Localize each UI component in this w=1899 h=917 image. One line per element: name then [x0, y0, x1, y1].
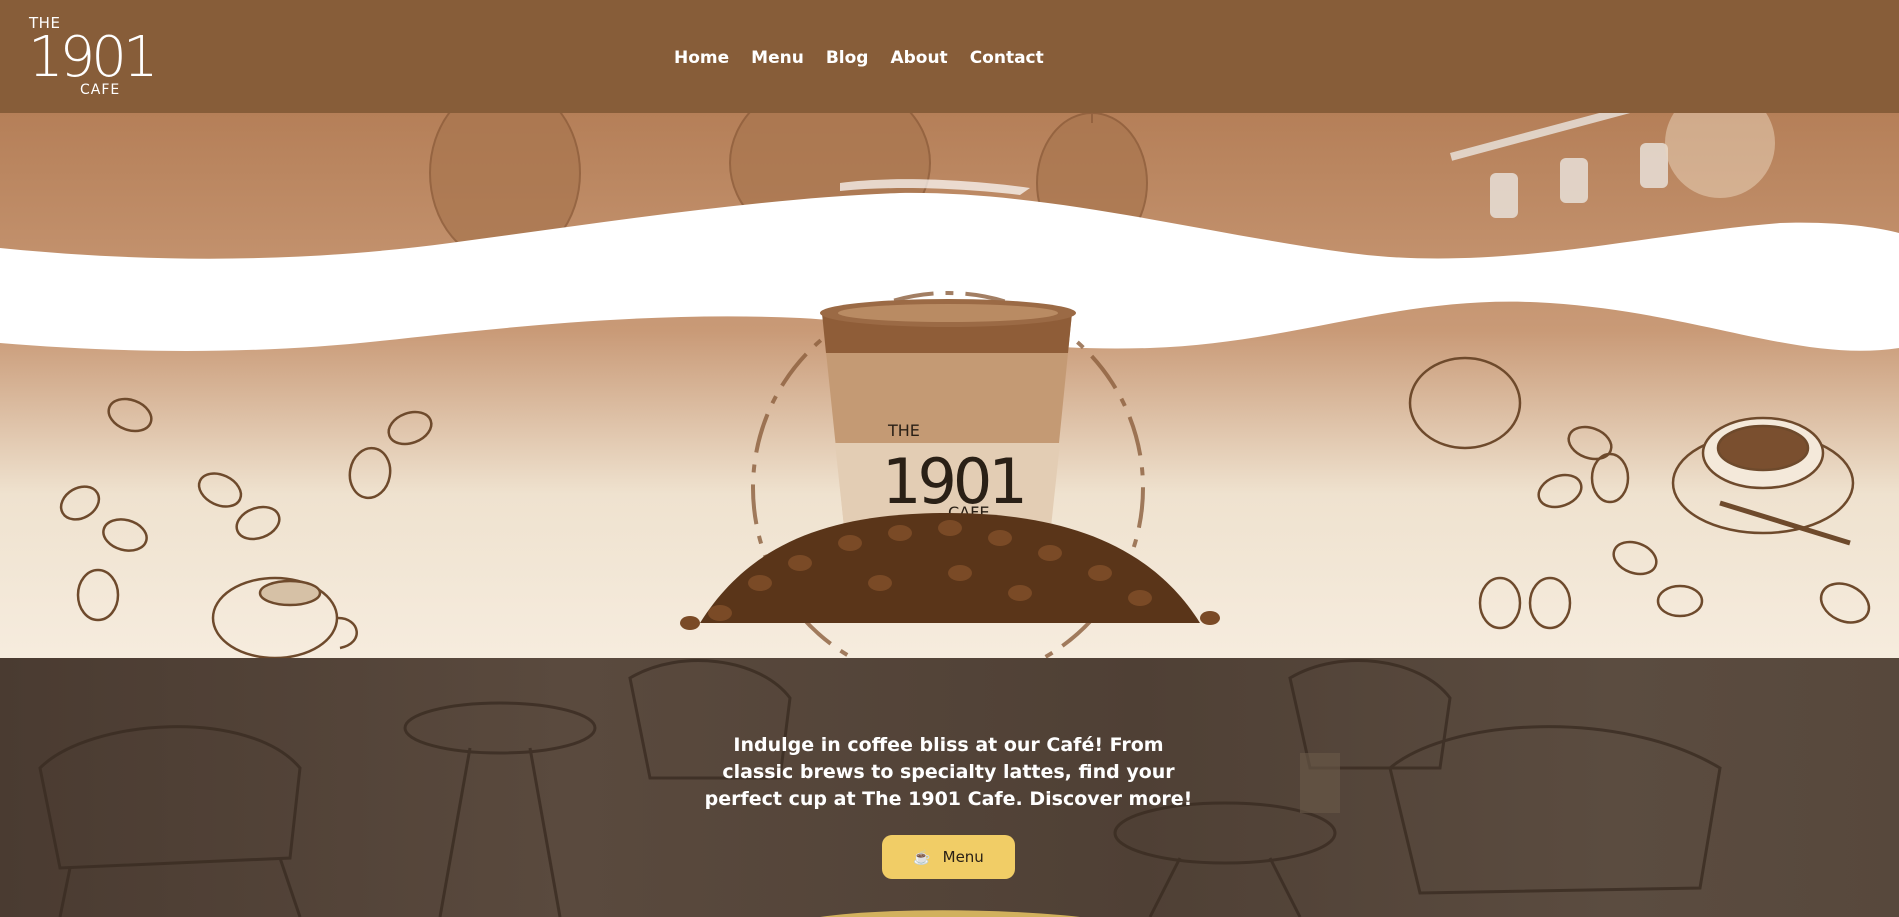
hero-tagline: Indulge in coffee bliss at our Café! Fro… [704, 734, 1193, 810]
chair-left [38, 725, 302, 917]
nav-home[interactable]: Home [674, 48, 729, 68]
cup-logo-the: THE [887, 421, 920, 440]
cafe-interior-section: Indulge in coffee bliss at our Café! Fro… [0, 658, 1899, 917]
chair-right [1388, 725, 1722, 895]
table-right [1113, 801, 1337, 917]
site-logo[interactable]: THE 1901 CAFE [28, 12, 159, 102]
hero-illustration: THE 1901 CAFE [0, 113, 1899, 658]
logo-number: 1901 [28, 25, 159, 90]
bean-doodles-left [59, 397, 433, 658]
hero-banner: THE 1901 CAFE [0, 113, 1899, 658]
coffee-bean-pile [680, 513, 1220, 630]
nav-about[interactable]: About [890, 48, 947, 68]
nav-blog[interactable]: Blog [826, 48, 869, 68]
menu-button-label: Menu [942, 848, 984, 866]
nav-contact[interactable]: Contact [970, 48, 1044, 68]
menu-button[interactable]: ☕ Menu [882, 835, 1015, 879]
bean-doodles-right [1408, 356, 1871, 630]
nav-menu[interactable]: Menu [751, 48, 804, 68]
logo-cafe: CAFE [80, 82, 121, 98]
chair-center-right [1288, 659, 1452, 770]
table-left [403, 701, 597, 917]
site-header: THE 1901 CAFE Home Menu Blog About Conta… [0, 0, 1899, 113]
coffee-glass [1300, 753, 1340, 813]
coffee-cup-icon: ☕ [913, 848, 931, 865]
main-nav: Home Menu Blog About Contact [674, 48, 1044, 68]
track-lights [1450, 113, 1775, 218]
